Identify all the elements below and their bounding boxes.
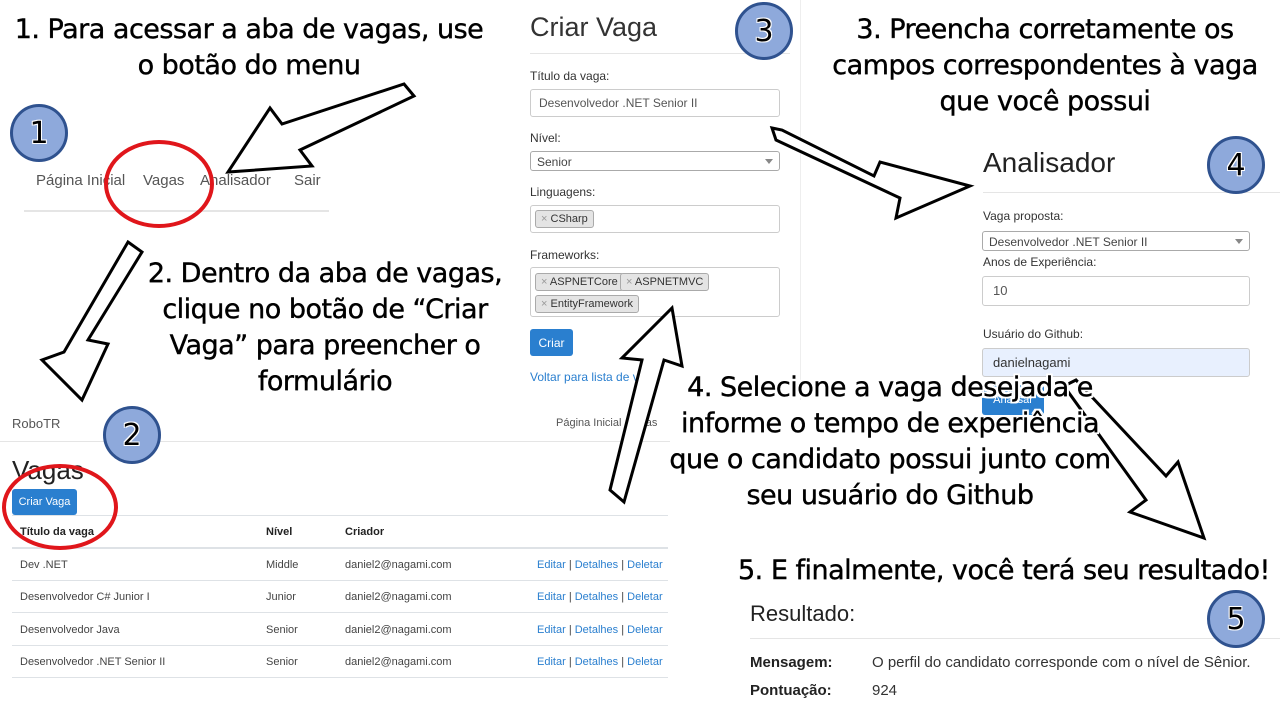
caption-step2: 2. Dentro da aba de vagas, clique no bot… (147, 258, 503, 397)
step-badge-1: 1 (10, 104, 68, 162)
highlight-vagas (104, 140, 214, 228)
arrow-step2 (39, 239, 145, 403)
caption-step3: 3. Preencha corretamente os campos corre… (832, 14, 1258, 117)
step-badge-3: 3 (735, 2, 793, 60)
step-badge-2: 2 (103, 406, 161, 464)
highlight-criar-vaga (2, 464, 118, 550)
caption-step4: 4. Selecione a vaga desejada e informe o… (669, 372, 1111, 511)
step-badge-4: 4 (1207, 136, 1265, 194)
arrow-step3 (769, 126, 975, 221)
arrow-step1 (225, 82, 417, 174)
step-badge-5: 5 (1207, 590, 1265, 648)
caption-step1: 1. Para acessar a aba de vagas, use o bo… (14, 14, 484, 81)
caption-step5: 5. E finalmente, você terá seu resultado… (738, 555, 1271, 586)
